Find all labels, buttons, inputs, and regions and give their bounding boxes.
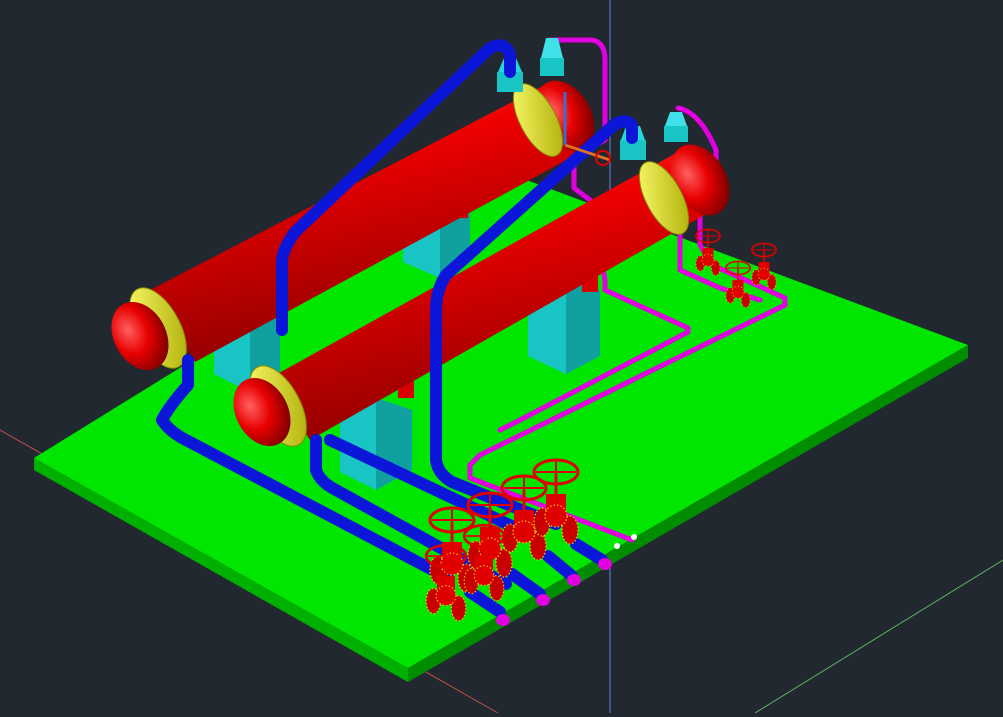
cad-model-viewport[interactable] bbox=[0, 0, 1003, 714]
model-scene bbox=[0, 0, 1003, 714]
z-axis-line bbox=[754, 559, 1003, 714]
